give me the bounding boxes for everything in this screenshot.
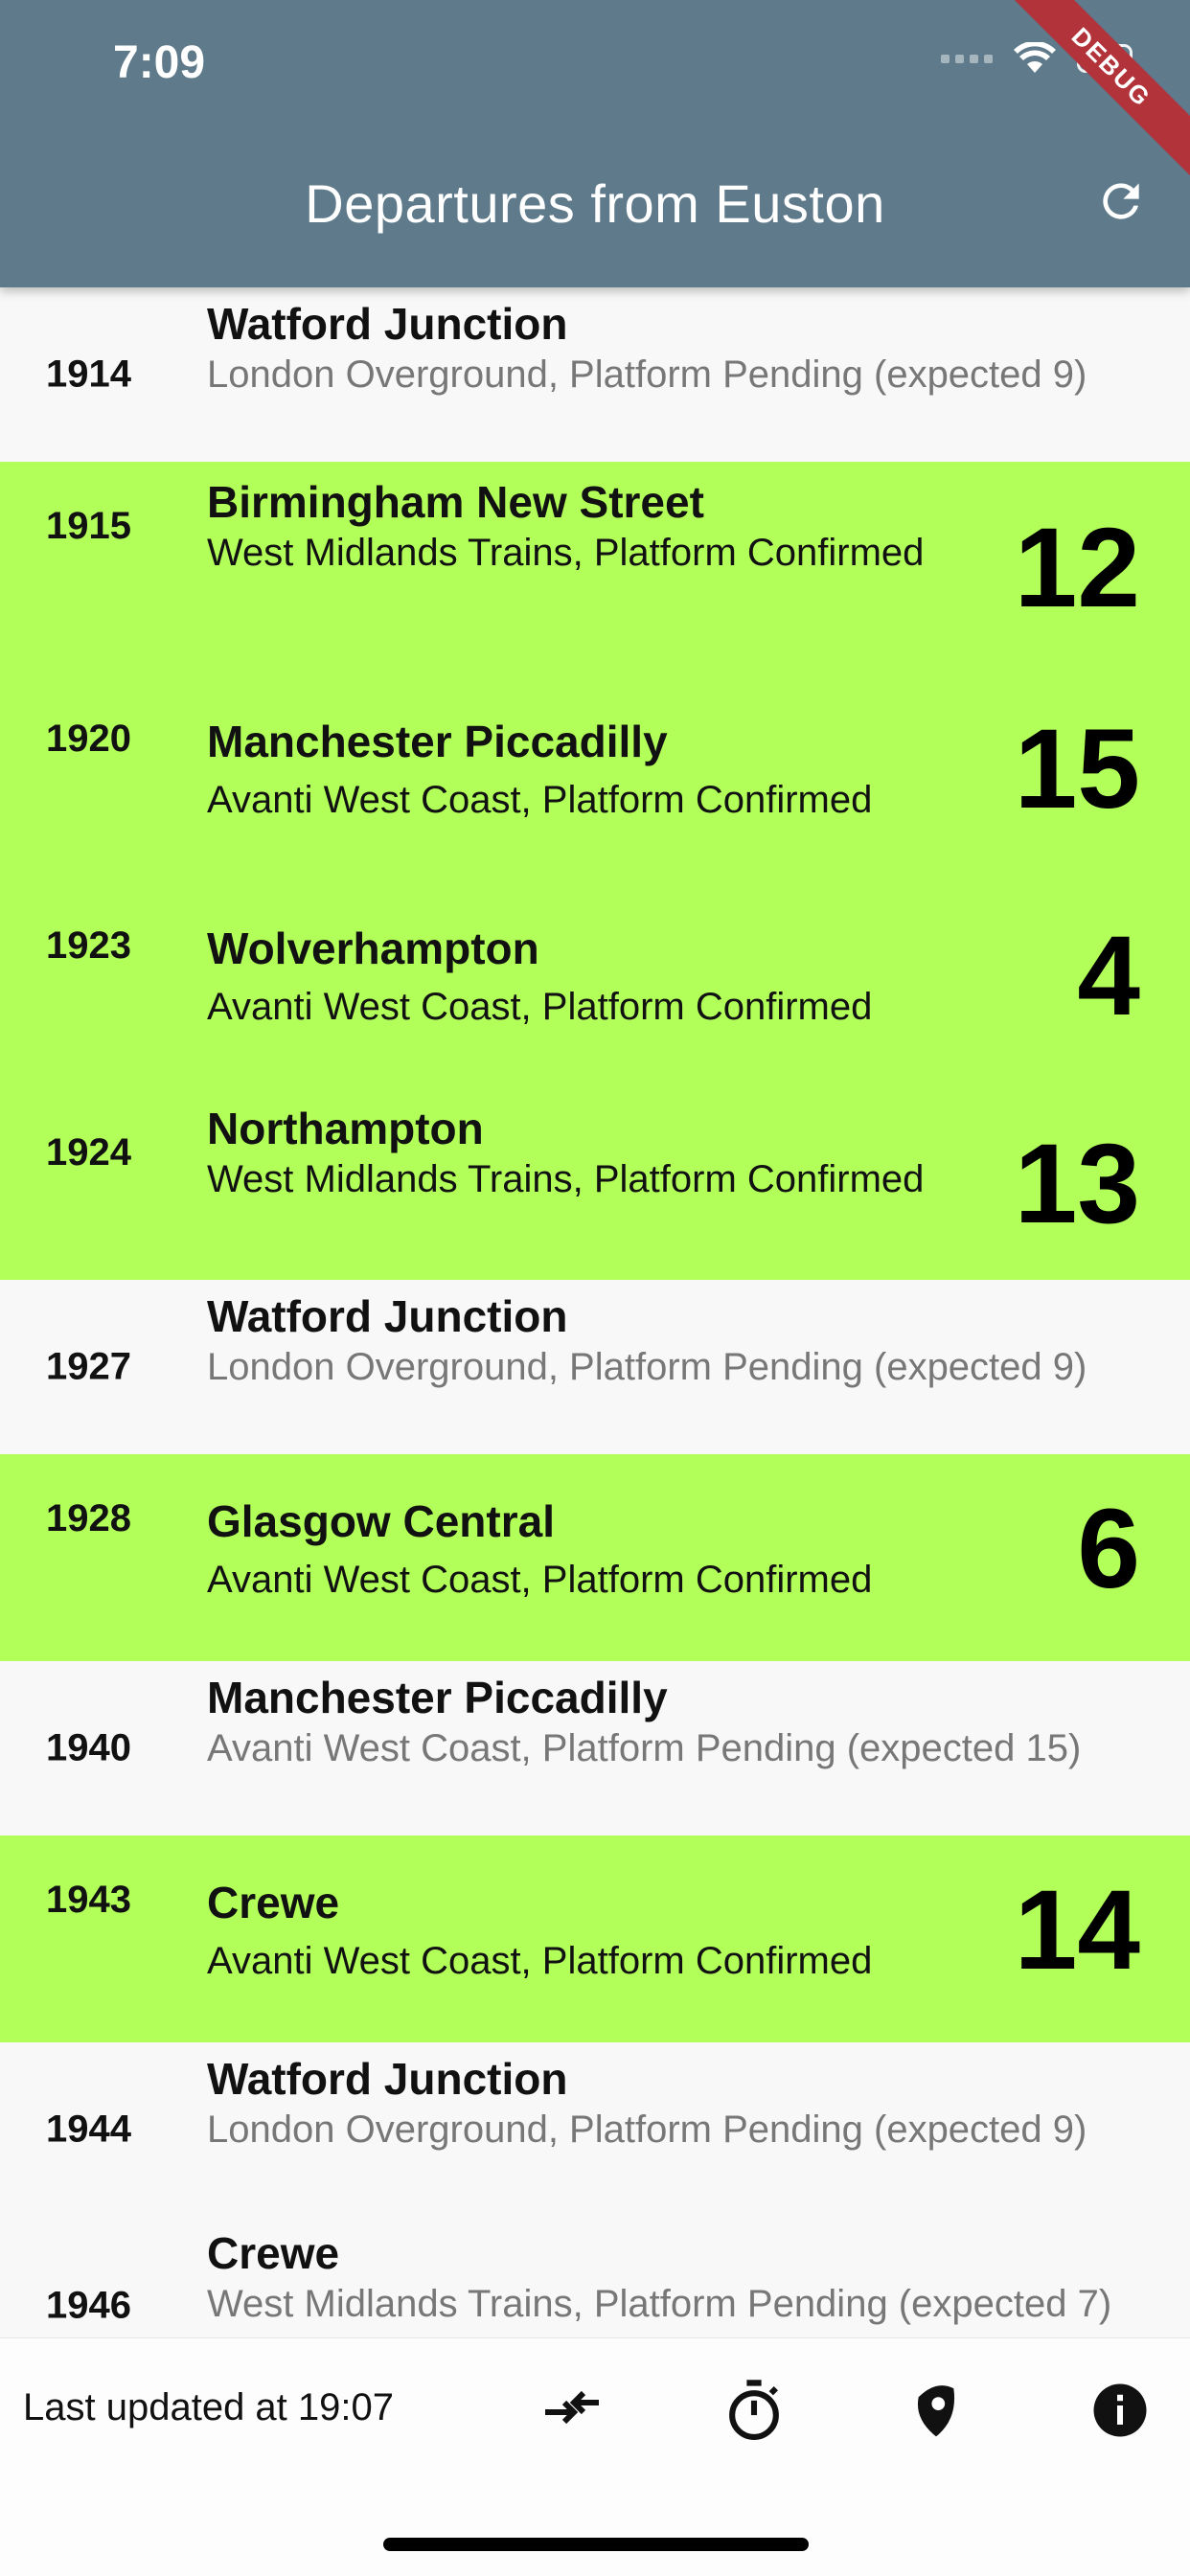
operator-platform-status: Avanti West Coast, Platform Confirmed: [207, 779, 873, 821]
departure-info: Birmingham New Street West Midlands Train…: [207, 475, 993, 577]
destination-name: Wolverhampton: [207, 923, 539, 973]
departure-time: 1944: [46, 2108, 131, 2151]
departure-row[interactable]: 1944 Watford Junction London Overground, P…: [0, 2042, 1190, 2217]
stopwatch-icon: [729, 2380, 779, 2440]
destination-name: Watford Junction: [207, 2054, 568, 2104]
wifi-icon: [1014, 42, 1056, 73]
departure-row[interactable]: 1928 Glasgow Central Avanti West Coast, Pl…: [0, 1454, 1190, 1661]
platform-number: 4: [1077, 913, 1140, 1040]
departure-info: Manchester Piccadilly Avanti West Coast, …: [207, 1671, 1146, 1772]
app-bar: 7:09 Departures from Euston DEBUG: [0, 0, 1190, 287]
debug-banner: DEBUG: [995, 0, 1190, 184]
departure-time: 1940: [46, 1726, 131, 1769]
operator-platform-status: Avanti West Coast, Platform Confirmed: [207, 986, 873, 1028]
departure-time: 1920: [46, 718, 131, 760]
operator-platform-status: Avanti West Coast, Platform Pending (exp…: [207, 1727, 1082, 1769]
departure-time: 1928: [46, 1497, 131, 1539]
departure-row[interactable]: 1924 Northampton West Midlands Trains, Pla…: [0, 1088, 1190, 1280]
destination-name: Manchester Piccadilly: [207, 717, 668, 766]
operator-platform-status: London Overground, Platform Pending (exp…: [207, 353, 1087, 396]
location-pin-icon: [917, 2385, 955, 2437]
departure-info: Crewe Avanti West Coast, Platform Confirm…: [207, 1876, 993, 1985]
departure-row[interactable]: 1940 Manchester Piccadilly Avanti West Coa…: [0, 1661, 1190, 1835]
destination-name: Birmingham New Street: [207, 477, 704, 527]
departure-time: 1946: [46, 2284, 131, 2327]
swap-arrows-icon: [545, 2390, 599, 2425]
departure-info: Crewe West Midlands Trains, Platform Pend…: [207, 2226, 1146, 2328]
status-time: 7:09: [113, 37, 206, 88]
platform-number: 13: [1014, 1121, 1140, 1247]
last-updated-label: Last updated at 19:07: [23, 2386, 394, 2428]
cellular-signal-icon: [941, 54, 993, 63]
page-title: Departures from Euston: [305, 173, 885, 234]
departures-list[interactable]: 1914 Watford Junction London Overground, P…: [0, 287, 1190, 2337]
operator-platform-status: West Midlands Trains, Platform Pending (…: [207, 2283, 1112, 2325]
departure-row[interactable]: 1943 Crewe Avanti West Coast, Platform Con…: [0, 1835, 1190, 2042]
destination-name: Manchester Piccadilly: [207, 1673, 668, 1722]
departure-time: 1914: [46, 353, 131, 396]
departure-row[interactable]: 1927 Watford Junction London Overground, P…: [0, 1280, 1190, 1454]
swap-button[interactable]: [538, 2377, 606, 2444]
departure-info: Watford Junction London Overground, Platf…: [207, 2052, 1146, 2154]
departure-info: Manchester Piccadilly Avanti West Coast, …: [207, 715, 993, 824]
operator-platform-status: West Midlands Trains, Platform Confirmed: [207, 532, 925, 574]
stopwatch-button[interactable]: [721, 2377, 788, 2444]
info-icon: [1093, 2383, 1147, 2437]
destination-name: Crewe: [207, 1878, 340, 1927]
platform-number: 6: [1077, 1486, 1140, 1613]
departure-info: Watford Junction London Overground, Platf…: [207, 297, 1146, 399]
location-button[interactable]: [903, 2377, 970, 2444]
operator-platform-status: Avanti West Coast, Platform Confirmed: [207, 1940, 873, 1982]
info-button[interactable]: [1087, 2377, 1154, 2444]
refresh-button[interactable]: [1090, 171, 1152, 232]
departure-info: Glasgow Central Avanti West Coast, Platfo…: [207, 1494, 993, 1604]
platform-number: 15: [1014, 706, 1140, 833]
departure-row[interactable]: 1920 Manchester Piccadilly Avanti West Coa…: [0, 674, 1190, 881]
departure-info: Wolverhampton Avanti West Coast, Platform…: [207, 922, 993, 1031]
destination-name: Crewe: [207, 2228, 340, 2278]
home-indicator: [383, 2538, 809, 2551]
operator-platform-status: Avanti West Coast, Platform Confirmed: [207, 1559, 873, 1601]
departure-time: 1943: [46, 1879, 131, 1921]
operator-platform-status: London Overground, Platform Pending (exp…: [207, 2109, 1087, 2151]
departure-info: Watford Junction London Overground, Platf…: [207, 1289, 1146, 1391]
departure-row[interactable]: 1946 Crewe West Midlands Trains, Platform …: [0, 2217, 1190, 2337]
destination-name: Northampton: [207, 1104, 484, 1153]
destination-name: Watford Junction: [207, 1291, 568, 1341]
departure-time: 1924: [46, 1131, 131, 1174]
departure-row[interactable]: 1923 Wolverhampton Avanti West Coast, Plat…: [0, 881, 1190, 1088]
departure-row[interactable]: 1914 Watford Junction London Overground, P…: [0, 287, 1190, 462]
departure-time: 1915: [46, 505, 131, 547]
platform-number: 12: [1014, 505, 1140, 631]
platform-number: 14: [1014, 1867, 1140, 1995]
destination-name: Watford Junction: [207, 299, 568, 349]
departure-time: 1923: [46, 924, 131, 967]
bottom-bar: Last updated at 19:07: [0, 2337, 1190, 2576]
departure-info: Northampton West Midlands Trains, Platfor…: [207, 1102, 993, 1203]
refresh-icon: [1103, 183, 1139, 219]
departure-time: 1927: [46, 1345, 131, 1388]
operator-platform-status: London Overground, Platform Pending (exp…: [207, 1346, 1087, 1388]
operator-platform-status: West Midlands Trains, Platform Confirmed: [207, 1158, 925, 1200]
departure-row[interactable]: 1915 Birmingham New Street West Midlands T…: [0, 462, 1190, 674]
destination-name: Glasgow Central: [207, 1496, 555, 1546]
